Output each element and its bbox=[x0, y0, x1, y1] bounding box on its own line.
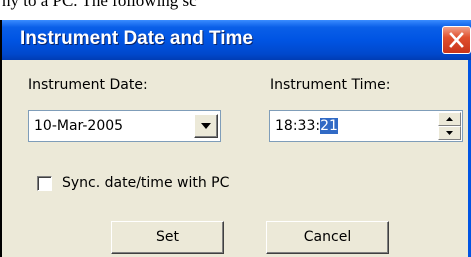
close-icon bbox=[449, 32, 464, 48]
sync-checkbox-label: Sync. date/time with PC bbox=[62, 175, 230, 191]
dialog-title: Instrument Date and Time bbox=[20, 28, 253, 49]
arrow-up-icon bbox=[446, 117, 453, 121]
dialog-titlebar: Instrument Date and Time bbox=[2, 20, 471, 60]
instrument-time-field[interactable]: 18:33:21 bbox=[269, 110, 463, 142]
time-spin-down-button[interactable] bbox=[438, 126, 461, 140]
document-caption-strip: ny to a PC. The following sc bbox=[0, 0, 471, 20]
time-spinner bbox=[438, 112, 461, 140]
dialog-client-area: Instrument Date: 10-Mar-2005 Instrument … bbox=[2, 60, 468, 257]
date-dropdown-button[interactable] bbox=[194, 114, 218, 138]
set-button[interactable]: Set bbox=[111, 221, 224, 254]
dialog-window: Instrument Date and Time Instrument Date… bbox=[0, 20, 471, 257]
cancel-button[interactable]: Cancel bbox=[266, 221, 389, 254]
instrument-time-value: 18:33:21 bbox=[275, 118, 338, 134]
time-seconds-selected: 21 bbox=[320, 118, 338, 134]
time-spin-up-button[interactable] bbox=[438, 112, 461, 126]
instrument-date-value: 10-Mar-2005 bbox=[34, 118, 124, 134]
instrument-time-label: Instrument Time: bbox=[270, 77, 391, 93]
chevron-down-icon bbox=[201, 123, 211, 129]
sync-checkbox[interactable] bbox=[37, 176, 52, 191]
close-button[interactable] bbox=[442, 26, 471, 54]
time-hours-minutes: 18:33: bbox=[275, 118, 321, 134]
document-caption-text: ny to a PC. The following sc bbox=[2, 0, 197, 10]
instrument-date-label: Instrument Date: bbox=[28, 77, 148, 93]
instrument-date-dropdown[interactable]: 10-Mar-2005 bbox=[28, 110, 221, 142]
arrow-down-icon bbox=[446, 131, 453, 135]
